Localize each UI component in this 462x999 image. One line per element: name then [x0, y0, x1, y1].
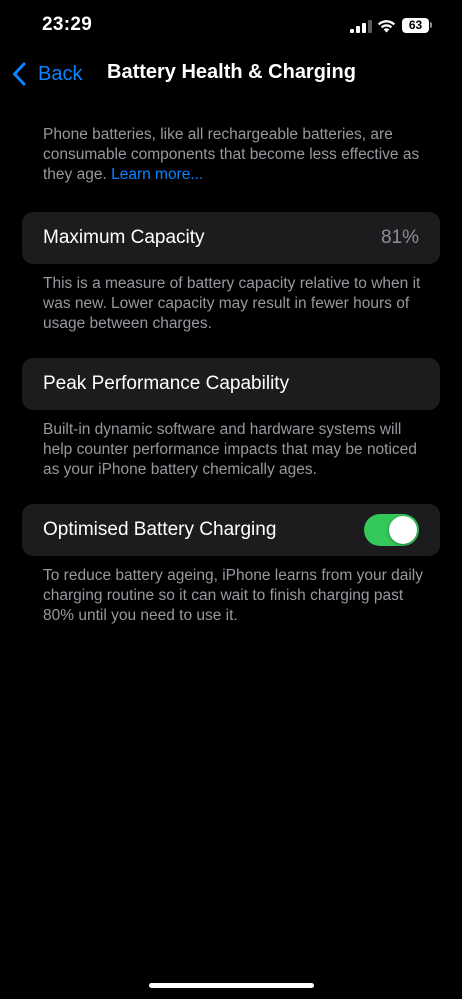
- optimised-charging-label: Optimised Battery Charging: [43, 519, 277, 540]
- home-indicator: [149, 983, 314, 988]
- signal-bar: [350, 29, 354, 33]
- toggle-knob: [389, 516, 417, 544]
- signal-bar: [362, 23, 366, 33]
- maximum-capacity-label: Maximum Capacity: [43, 227, 205, 248]
- status-bar: 23:29 63: [0, 0, 462, 52]
- wifi-icon: [377, 20, 396, 33]
- navigation-bar: Back Battery Health & Charging: [0, 52, 462, 96]
- peak-performance-label: Peak Performance Capability: [43, 373, 290, 394]
- intro-description: Phone batteries, like all rechargeable b…: [43, 126, 420, 183]
- maximum-capacity-footer: This is a measure of battery capacity re…: [43, 275, 421, 332]
- page-title: Battery Health & Charging: [107, 61, 356, 83]
- peak-performance-row: Peak Performance Capability: [22, 358, 440, 410]
- cellular-signal-icon: [350, 20, 372, 33]
- optimised-charging-toggle[interactable]: [364, 514, 419, 546]
- status-time: 23:29: [42, 14, 93, 35]
- back-button[interactable]: Back: [12, 60, 82, 88]
- battery-icon: 63: [402, 18, 429, 33]
- peak-performance-footer: Built-in dynamic software and hardware s…: [43, 421, 417, 478]
- back-label: Back: [38, 62, 83, 85]
- intro-text: Phone batteries, like all rechargeable b…: [43, 125, 433, 185]
- optimised-charging-row: Optimised Battery Charging: [22, 504, 440, 556]
- battery-nub: [430, 22, 432, 28]
- signal-bar: [368, 20, 372, 33]
- chevron-left-icon: [13, 62, 26, 86]
- optimised-charging-footer: To reduce battery ageing, iPhone learns …: [43, 567, 423, 624]
- learn-more-link[interactable]: Learn more...: [111, 166, 203, 183]
- signal-bar: [356, 26, 360, 33]
- maximum-capacity-value: 81%: [380, 227, 419, 248]
- maximum-capacity-row: Maximum Capacity 81%: [22, 212, 440, 264]
